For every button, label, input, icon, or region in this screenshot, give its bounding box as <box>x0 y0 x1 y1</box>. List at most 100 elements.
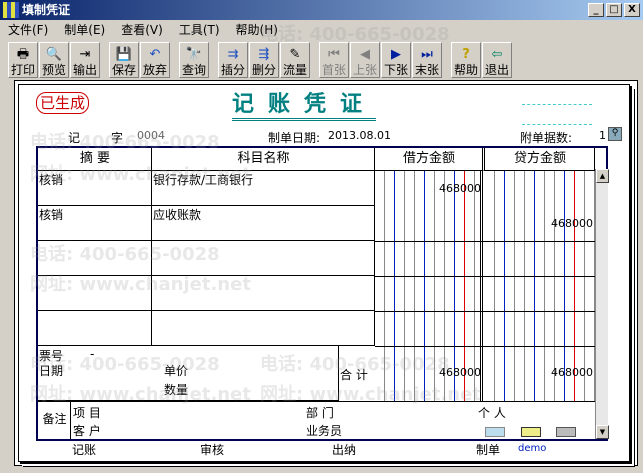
label: 末张 <box>414 63 439 77</box>
pencil-icon: ✎ <box>289 47 301 62</box>
toolbar: 🖶 打印 🔍 预览 ⇥ 输出 💾 保存 ↶ 放弃 🔭 查询 ⇉ 插分 ⇶ 删分 ✎ 流量 ⏮ 首张 … <box>8 42 513 78</box>
voucher-number: 0004 <box>137 129 165 142</box>
total-debit: 468000 <box>439 366 481 379</box>
attachment-search-icon[interactable]: ⚲ <box>608 127 622 141</box>
salesman-label: 业务员 <box>306 424 343 438</box>
first-button[interactable]: ⏮ 首张 <box>319 42 349 78</box>
label: 预览 <box>41 63 66 77</box>
person-label: 个 人 <box>478 406 506 420</box>
label: 删分 <box>251 63 276 77</box>
exit-door-icon: ⇦ <box>491 47 503 62</box>
debit-amount[interactable]: 468000 <box>375 182 481 195</box>
save-icon: 💾 <box>115 47 133 62</box>
scroll-up-icon[interactable]: ▲ <box>596 169 609 183</box>
menu-file[interactable]: 文件(F) <box>0 21 56 39</box>
query-button[interactable]: 🔭 查询 <box>179 42 209 78</box>
label: 打印 <box>10 63 35 77</box>
voucher-date[interactable]: 2013.08.01 <box>328 129 391 142</box>
attach-count[interactable]: 1 <box>599 129 606 142</box>
last-icon: ⏭ <box>421 47 433 62</box>
ticket-value: - <box>90 347 95 361</box>
label: 下张 <box>383 63 408 77</box>
empty-cell[interactable] <box>38 311 152 346</box>
export-icon: ⇥ <box>79 47 91 62</box>
empty-cell[interactable] <box>152 241 375 276</box>
maker-label: 制单 <box>476 443 501 457</box>
price-label: 单价 <box>164 364 189 378</box>
insert-line-button[interactable]: ⇉ 插分 <box>218 42 248 78</box>
status-stamp: 已生成 <box>36 92 90 114</box>
prev-icon: ◀ <box>360 47 370 62</box>
label: 查询 <box>181 63 206 77</box>
help-icon: ? <box>462 47 470 62</box>
vertical-scrollbar[interactable]: ▲ ▼ <box>595 169 609 439</box>
voucher-type[interactable]: 记 <box>68 129 80 146</box>
export-button[interactable]: ⇥ 输出 <box>70 42 100 78</box>
help-button[interactable]: ? 帮助 <box>451 42 481 78</box>
list-icon[interactable] <box>485 427 505 437</box>
label: 首张 <box>321 63 346 77</box>
header-account: 科目名称 <box>152 148 375 171</box>
summary-cell[interactable]: 核销 <box>38 171 152 206</box>
menu-tools[interactable]: 工具(T) <box>171 21 228 39</box>
menu-view[interactable]: 查看(V) <box>113 21 171 39</box>
delete-line-button[interactable]: ⇶ 删分 <box>249 42 279 78</box>
discard-button[interactable]: ↶ 放弃 <box>140 42 170 78</box>
qty-label: 数量 <box>164 383 189 397</box>
next-button[interactable]: ▶ 下张 <box>381 42 411 78</box>
summary-cell[interactable]: 核销 <box>38 206 152 241</box>
close-button[interactable]: X <box>624 3 640 17</box>
delete-line-icon: ⇶ <box>258 47 270 62</box>
save-button[interactable]: 💾 保存 <box>109 42 139 78</box>
preview-icon: 🔍 <box>45 47 63 62</box>
empty-cell[interactable] <box>38 241 152 276</box>
date2-label: 日期 <box>39 364 64 378</box>
menu-help[interactable]: 帮助(H) <box>228 21 286 39</box>
voucher-title: 记账凭证 <box>232 92 377 121</box>
aux-info <box>38 346 339 401</box>
account-cell[interactable]: 银行存款/工商银行 <box>152 171 375 206</box>
first-icon: ⏮ <box>328 47 340 62</box>
label: 输出 <box>72 63 97 77</box>
next-icon: ▶ <box>391 47 401 62</box>
cashflow-button[interactable]: ✎ 流量 <box>280 42 310 78</box>
print-button[interactable]: 🖶 打印 <box>8 42 38 78</box>
prev-button[interactable]: ◀ 上张 <box>350 42 380 78</box>
total-credit: 468000 <box>551 366 593 379</box>
label: 流量 <box>282 63 307 77</box>
account-cell[interactable]: 应收账款 <box>152 206 375 241</box>
dept-label: 部 门 <box>306 406 334 420</box>
label: 放弃 <box>142 63 167 77</box>
printer-icon: 🖶 <box>16 47 30 62</box>
label: 上张 <box>352 63 377 77</box>
attach-label: 附单据数: <box>520 131 573 145</box>
notes-label: 备注 <box>38 401 71 439</box>
maker-name: demo <box>518 443 547 454</box>
voucher-table: 摘 要 科目名称 借方金额 贷方金额 核销 银行存款/工商银行 468000 核… <box>36 146 609 441</box>
cashier-label: 出纳 <box>332 443 357 457</box>
wand-icon[interactable] <box>556 427 576 437</box>
empty-cell[interactable] <box>152 311 375 346</box>
empty-cell[interactable] <box>152 276 375 311</box>
audit-label: 审核 <box>200 443 225 457</box>
exit-button[interactable]: ⇦ 退出 <box>482 42 512 78</box>
menu-bar: 文件(F) 制单(E) 查看(V) 工具(T) 帮助(H) <box>0 21 286 39</box>
minimize-button[interactable]: _ <box>588 3 604 17</box>
last-button[interactable]: ⏭ 末张 <box>412 42 442 78</box>
card-search-icon[interactable] <box>521 427 541 437</box>
app-icon <box>3 2 19 18</box>
date-label: 制单日期: <box>268 131 321 145</box>
scroll-down-icon[interactable]: ▼ <box>596 425 609 439</box>
header-debit: 借方金额 <box>375 148 485 171</box>
credit-amount[interactable]: 468000 <box>485 217 593 230</box>
customer-label: 客 户 <box>73 424 101 438</box>
insert-line-icon: ⇉ <box>227 47 239 62</box>
total-label: 合 计 <box>340 368 368 382</box>
header-credit: 贷方金额 <box>485 148 595 171</box>
preview-button[interactable]: 🔍 预览 <box>39 42 69 78</box>
binoculars-icon: 🔭 <box>185 47 203 62</box>
maximize-button[interactable]: □ <box>606 3 622 17</box>
window-title: 填制凭证 <box>22 3 71 17</box>
empty-cell[interactable] <box>38 276 152 311</box>
menu-voucher[interactable]: 制单(E) <box>56 21 113 39</box>
